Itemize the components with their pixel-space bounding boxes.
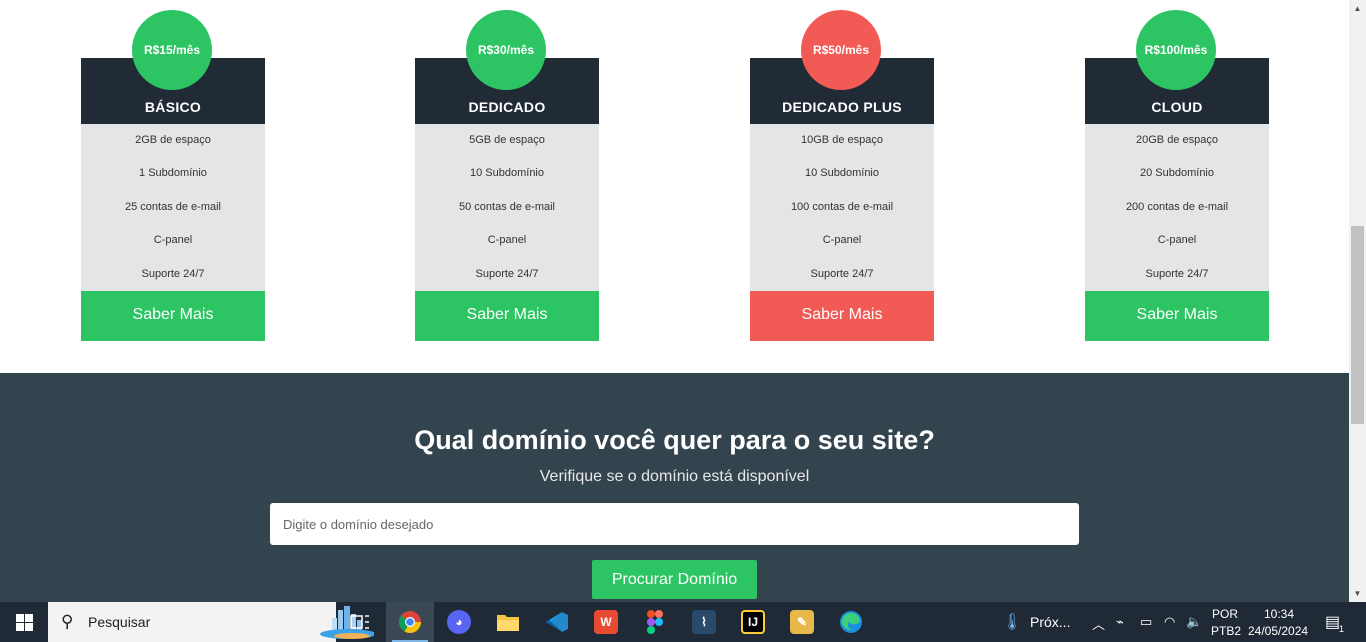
windows-taskbar: ⚲ Pesquisar ◕ W ⌇ IJ ✎ 🌡 Próx... ︿ ⌁ ▭ ◠…	[0, 602, 1366, 642]
edge-icon	[840, 611, 862, 633]
feature-item: 20GB de espaço	[1136, 134, 1218, 146]
feature-list: 20GB de espaço 20 Subdomínio 200 contas …	[1085, 124, 1269, 291]
feature-item: C-panel	[822, 234, 862, 247]
weather-text[interactable]: Próx...	[1030, 614, 1070, 630]
feature-item: Suporte 24/7	[141, 267, 205, 280]
feature-item: 5GB de espaço	[469, 134, 545, 146]
search-domain-button[interactable]: Procurar Domínio	[592, 560, 757, 599]
feature-item: 10 Subdomínio	[470, 167, 544, 180]
price-badge: R$30/mês	[466, 10, 546, 90]
chevron-up-icon[interactable]: ︿	[1092, 614, 1105, 633]
feature-item: 2GB de espaço	[135, 134, 211, 146]
chrome-icon	[398, 611, 421, 633]
vscode-icon	[546, 612, 568, 632]
folder-icon	[497, 615, 519, 631]
taskbar-app-intellij[interactable]: IJ	[729, 602, 777, 642]
saber-mais-button[interactable]: Saber Mais	[750, 291, 934, 341]
search-icon: ⚲	[61, 612, 74, 631]
feature-item: 10GB de espaço	[801, 134, 883, 146]
taskbar-app-explorer[interactable]	[484, 602, 532, 642]
task-view-icon	[350, 615, 369, 629]
clock-date[interactable]: 24/05/2024	[1248, 624, 1308, 638]
taskbar-search[interactable]: ⚲ Pesquisar	[48, 602, 374, 642]
discord-icon: ◕	[447, 610, 471, 634]
taskbar-app-edge[interactable]	[827, 602, 875, 642]
feature-item: 20 Subdomínio	[1140, 167, 1214, 180]
saber-mais-button[interactable]: Saber Mais	[1085, 291, 1269, 341]
scroll-up-icon[interactable]: ▲	[1349, 0, 1366, 17]
figma-icon	[647, 610, 663, 634]
feature-item: 50 contas de e-mail	[459, 200, 555, 213]
feature-list: 10GB de espaço 10 Subdomínio 100 contas …	[750, 124, 934, 291]
intellij-icon: IJ	[741, 610, 765, 634]
notification-icon[interactable]: ▤	[1325, 612, 1340, 632]
feature-item: 25 contas de e-mail	[125, 200, 221, 213]
feature-item: Suporte 24/7	[475, 267, 539, 280]
taskbar-app-wps[interactable]: W	[582, 602, 630, 642]
page-scrollbar[interactable]: ▲ ▼	[1349, 0, 1366, 602]
mysql-workbench-icon: ⌇	[692, 610, 716, 634]
windows-logo-icon	[15, 613, 33, 631]
meet-now-icon[interactable]: ⌁	[1116, 614, 1124, 630]
wps-icon: W	[594, 610, 618, 634]
feature-item: Suporte 24/7	[1145, 267, 1209, 280]
taskbar-app-tools[interactable]: ✎	[778, 602, 826, 642]
feature-item: 10 Subdomínio	[805, 167, 879, 180]
saber-mais-button[interactable]: Saber Mais	[81, 291, 265, 341]
feature-item: C-panel	[1157, 234, 1197, 247]
taskbar-app-discord[interactable]: ◕	[435, 602, 483, 642]
taskbar-app-figma[interactable]	[631, 602, 679, 642]
feature-item: Suporte 24/7	[810, 267, 874, 280]
clock-time[interactable]: 10:34	[1264, 607, 1294, 621]
price-badge: R$50/mês	[801, 10, 881, 90]
taskbar-app-chrome[interactable]	[386, 602, 434, 642]
language-bottom[interactable]: PTB2	[1211, 624, 1241, 638]
domain-title: Qual domínio você quer para o seu site?	[414, 425, 935, 455]
feature-list: 2GB de espaço 1 Subdomínio 25 contas de …	[81, 124, 265, 291]
price-badge: R$100/mês	[1136, 10, 1216, 90]
volume-icon[interactable]: 🔈	[1186, 614, 1202, 630]
task-view-button[interactable]	[336, 602, 384, 642]
weather-thermometer-icon[interactable]: 🌡	[1002, 612, 1022, 632]
scroll-down-icon[interactable]: ▼	[1349, 585, 1366, 602]
feature-item: C-panel	[153, 234, 193, 247]
tools-icon: ✎	[790, 610, 814, 634]
price-badge: R$15/mês	[132, 10, 212, 90]
saber-mais-button[interactable]: Saber Mais	[415, 291, 599, 341]
browser-viewport: R$15/mês BÁSICO 2GB de espaço 1 Subdomín…	[0, 0, 1349, 602]
feature-item: 1 Subdomínio	[139, 167, 207, 180]
feature-item: 200 contas de e-mail	[1125, 200, 1229, 213]
domain-subtitle: Verifique se o domínio está disponível	[539, 468, 810, 485]
domain-search-section: Qual domínio você quer para o seu site? …	[0, 373, 1349, 602]
taskbar-app-mysql[interactable]: ⌇	[680, 602, 728, 642]
scroll-thumb[interactable]	[1351, 226, 1364, 424]
taskbar-app-vscode[interactable]	[533, 602, 581, 642]
wifi-icon[interactable]: ◠	[1164, 614, 1175, 630]
notification-count: 1	[1339, 624, 1345, 634]
domain-input[interactable]	[270, 503, 1079, 545]
feature-item: 100 contas de e-mail	[790, 200, 894, 213]
feature-list: 5GB de espaço 10 Subdomínio 50 contas de…	[415, 124, 599, 291]
start-button[interactable]	[0, 602, 48, 642]
feature-item: C-panel	[487, 234, 527, 247]
language-top[interactable]: POR	[1212, 607, 1238, 621]
search-text: Pesquisar	[88, 614, 151, 630]
battery-icon[interactable]: ▭	[1140, 614, 1152, 630]
